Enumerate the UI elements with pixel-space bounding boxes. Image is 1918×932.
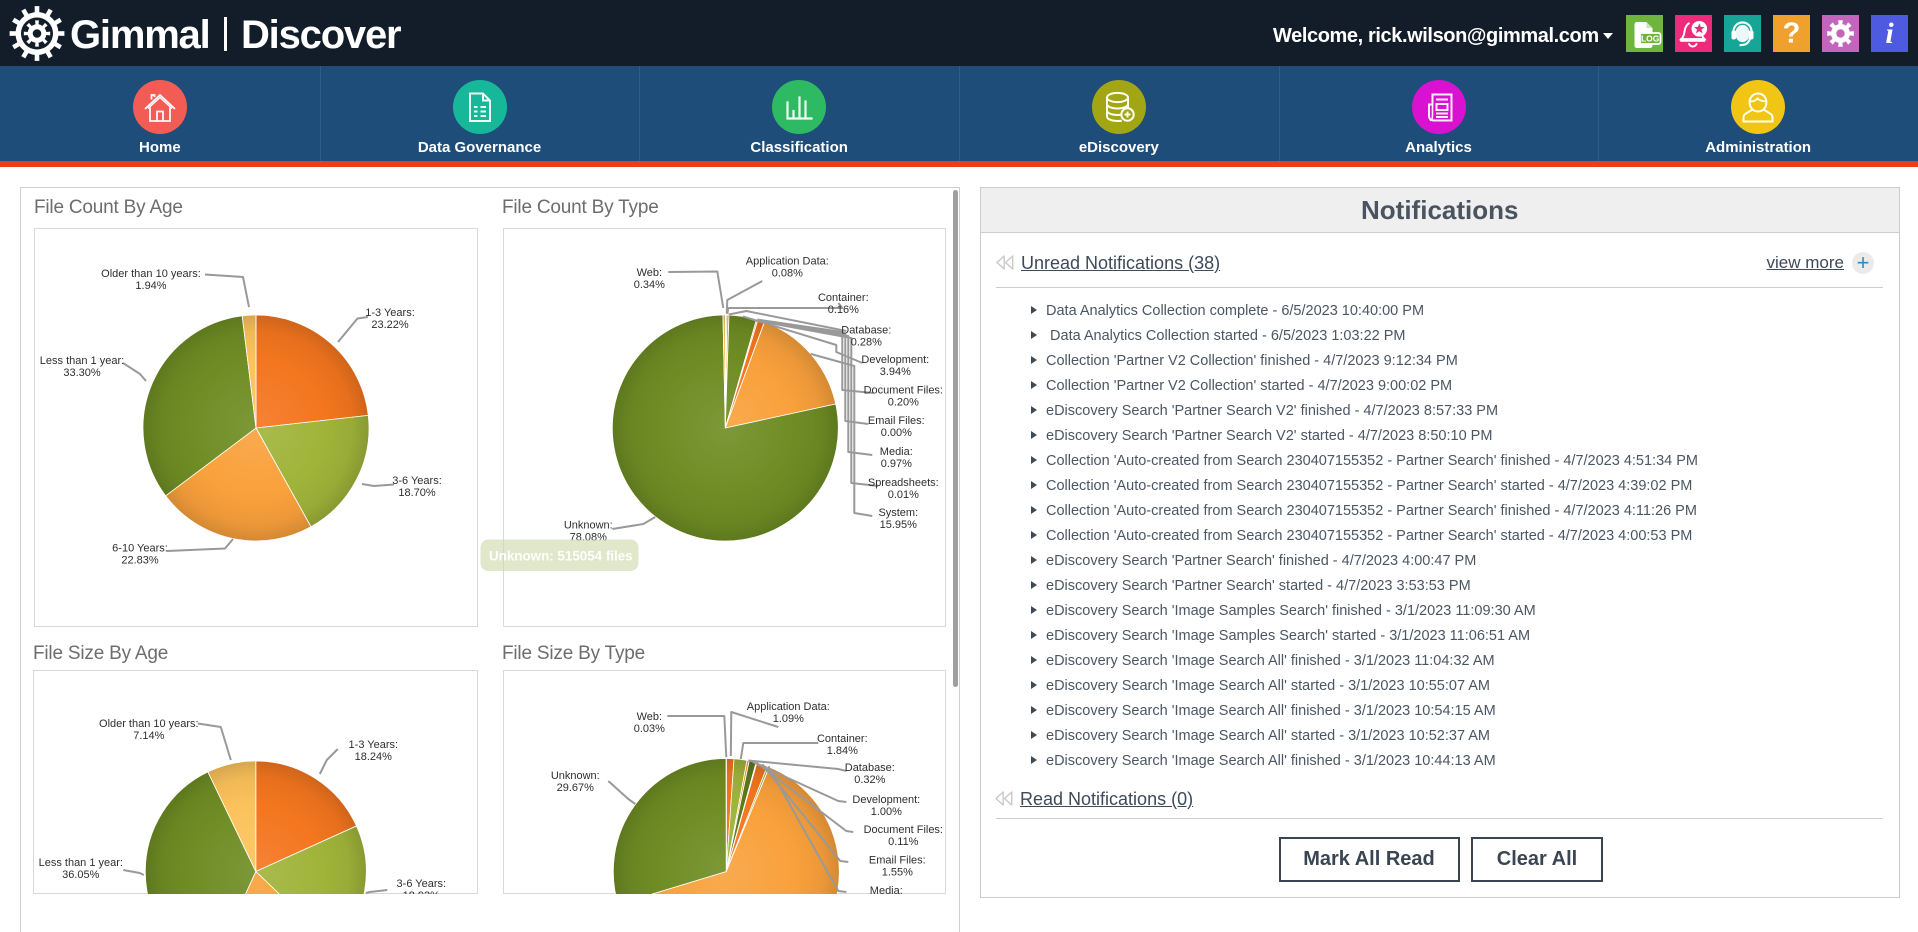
svg-text:i: i <box>1885 17 1894 50</box>
svg-text:3-6 Years:: 3-6 Years: <box>397 878 446 890</box>
svg-text:18.93%: 18.93% <box>403 890 440 894</box>
svg-text:36.05%: 36.05% <box>62 869 99 881</box>
svg-text:Unknown: 515054 files: Unknown: 515054 files <box>489 549 633 564</box>
svg-text:Document Files:: Document Files: <box>863 385 942 397</box>
svg-text:0.01%: 0.01% <box>887 489 918 501</box>
svg-text:1.09%: 1.09% <box>772 713 803 725</box>
svg-text:1.00%: 1.00% <box>870 806 901 818</box>
svg-text:22.83%: 22.83% <box>121 555 159 567</box>
svg-text:18.24%: 18.24% <box>355 751 392 763</box>
svg-text:Application Data:: Application Data: <box>745 256 828 268</box>
svg-text:System:: System: <box>878 507 918 519</box>
svg-text:Email Files:: Email Files: <box>868 415 925 427</box>
svg-text:Development:: Development: <box>852 794 920 806</box>
svg-text:0.16%: 0.16% <box>827 304 858 316</box>
svg-text:0.08%: 0.08% <box>771 268 802 280</box>
svg-text:1-3 Years:: 1-3 Years: <box>365 307 415 319</box>
svg-text:Media:: Media: <box>869 885 902 894</box>
svg-text:Container:: Container: <box>818 292 869 304</box>
svg-text:1.94%: 1.94% <box>135 280 166 292</box>
svg-text:Media:: Media: <box>879 446 912 458</box>
svg-text:0.97%: 0.97% <box>880 458 911 470</box>
svg-text:Older than 10 years:: Older than 10 years: <box>99 718 199 730</box>
svg-text:Unknown:: Unknown: <box>551 770 600 782</box>
svg-text:0.34%: 0.34% <box>633 279 664 291</box>
svg-text:Database:: Database: <box>844 762 894 774</box>
svg-text:0.11%: 0.11% <box>888 836 919 848</box>
svg-text:1-3 Years:: 1-3 Years: <box>349 739 398 751</box>
svg-text:Web:: Web: <box>636 711 661 723</box>
svg-text:6-10 Years:: 6-10 Years: <box>112 543 168 555</box>
svg-text:1.55%: 1.55% <box>881 866 912 878</box>
svg-text:18.70%: 18.70% <box>398 487 436 499</box>
svg-text:23.22%: 23.22% <box>371 319 409 331</box>
svg-text:Application Data:: Application Data: <box>746 701 829 713</box>
svg-text:?: ? <box>1783 18 1801 50</box>
svg-text:Database:: Database: <box>841 325 891 337</box>
svg-text:3.94%: 3.94% <box>879 366 910 378</box>
svg-text:Web:: Web: <box>636 267 661 279</box>
svg-text:0.03%: 0.03% <box>633 723 664 735</box>
svg-text:Less than 1 year:: Less than 1 year: <box>40 355 124 367</box>
svg-text:33.30%: 33.30% <box>63 367 101 379</box>
svg-text:0.20%: 0.20% <box>887 397 918 409</box>
svg-text:0.32%: 0.32% <box>854 774 885 786</box>
svg-text:Spreadsheets:: Spreadsheets: <box>868 477 939 489</box>
svg-text:LOG: LOG <box>1641 34 1660 44</box>
svg-text:7.14%: 7.14% <box>133 730 164 742</box>
svg-text:Document Files:: Document Files: <box>863 824 942 836</box>
svg-text:3-6 Years:: 3-6 Years: <box>392 475 442 487</box>
svg-text:Container:: Container: <box>817 733 868 745</box>
svg-text:1.84%: 1.84% <box>826 745 857 757</box>
svg-text:Development:: Development: <box>861 354 929 366</box>
svg-text:0.00%: 0.00% <box>880 427 911 439</box>
svg-text:Email Files:: Email Files: <box>869 854 926 866</box>
svg-text:29.67%: 29.67% <box>556 782 593 794</box>
svg-text:Older than 10 years:: Older than 10 years: <box>101 268 201 280</box>
svg-text:Unknown:: Unknown: <box>564 519 613 531</box>
svg-text:15.95%: 15.95% <box>879 519 916 531</box>
svg-text:0.28%: 0.28% <box>850 337 881 349</box>
svg-text:Less than 1 year:: Less than 1 year: <box>39 857 123 869</box>
